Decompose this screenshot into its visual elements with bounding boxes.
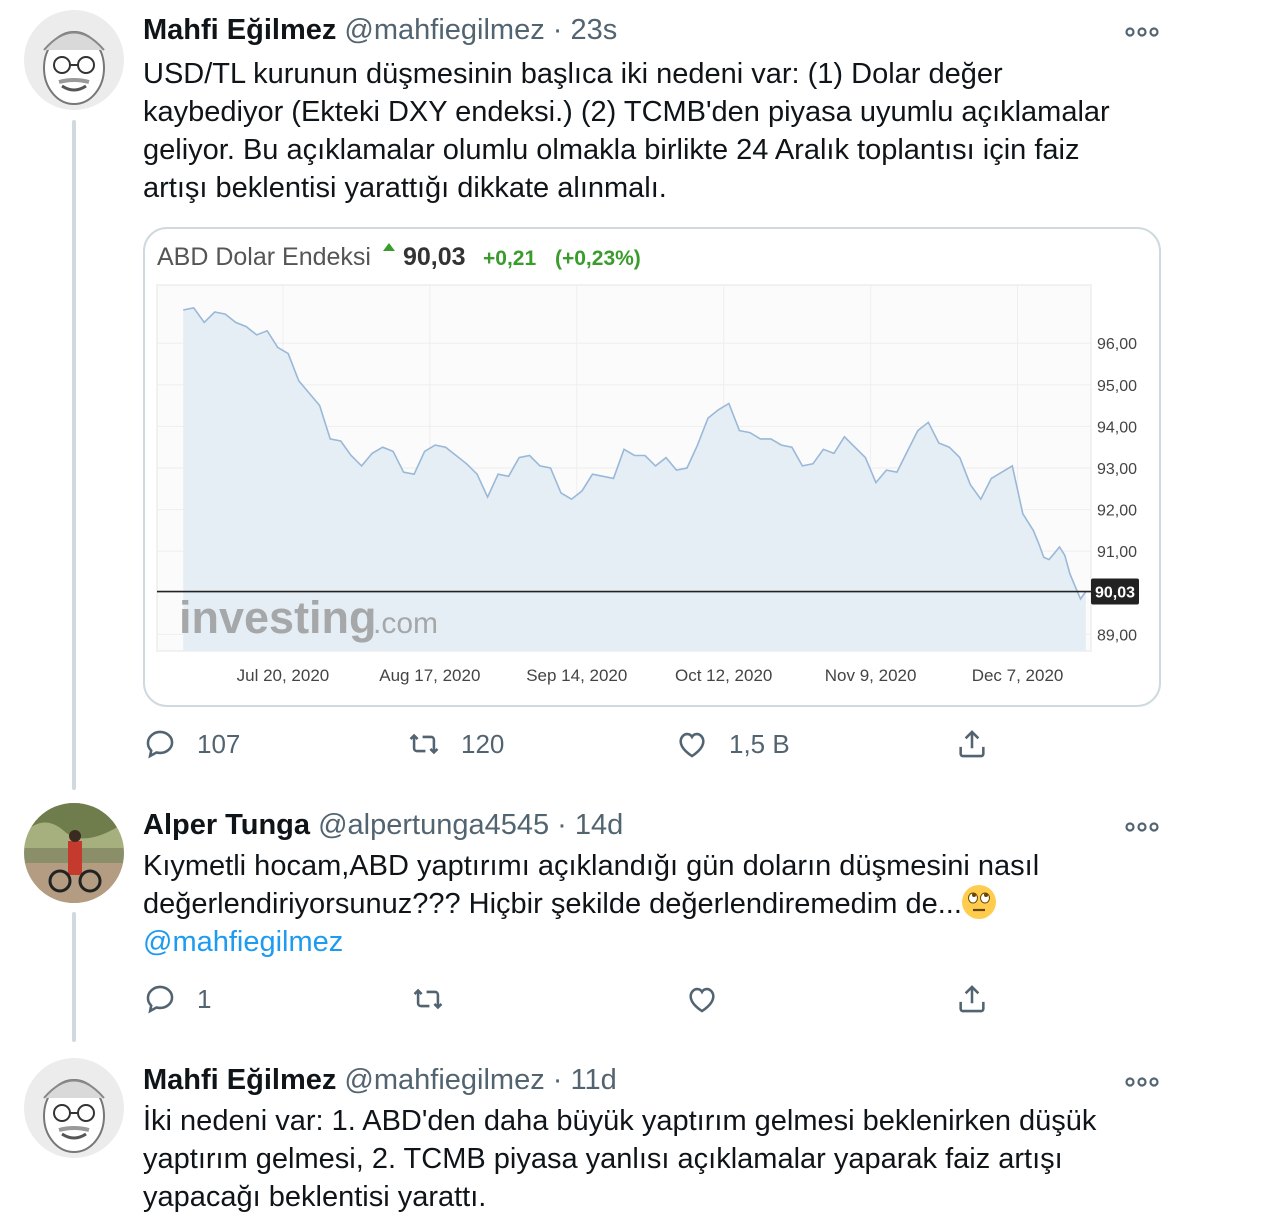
- timestamp[interactable]: 14d: [575, 809, 623, 841]
- y-tick-label: 89,00: [1097, 627, 1137, 644]
- chart-change: +0,21: [483, 247, 536, 270]
- y-tick-label: 92,00: [1097, 503, 1137, 520]
- y-tick-label: 93,00: [1097, 461, 1137, 478]
- x-tick-label: Sep 14, 2020: [526, 666, 627, 685]
- tweet-text-line: artışı beklentisi yarattığı dikkate alın…: [143, 172, 667, 204]
- tweet-text-line: yaptırım gelmesi, 2. TCMB piyasa yanlısı…: [143, 1143, 1063, 1175]
- chart-change-percent: (+0,23%): [555, 247, 641, 270]
- like-count: 1,5 B: [729, 728, 790, 759]
- user-handle[interactable]: @alpertunga4545: [318, 809, 549, 841]
- chart-price: 90,03: [403, 243, 466, 271]
- tweet-header: Mahfi Eğilmez @mahfiegilmez · 11d: [143, 1064, 617, 1097]
- retweet-count: 120: [461, 728, 505, 759]
- mention-link[interactable]: @mahfiegilmez: [143, 926, 343, 958]
- tweet-text-line: İki nedeni var: 1. ABD'den daha büyük ya…: [143, 1105, 1097, 1137]
- face-with-rolling-eyes-icon: [961, 885, 996, 919]
- timestamp[interactable]: 23s: [571, 14, 618, 46]
- more-options-icon[interactable]: [1122, 1072, 1162, 1092]
- more-options-icon[interactable]: [1122, 817, 1162, 837]
- timestamp[interactable]: 11d: [571, 1064, 617, 1096]
- reply-icon: [146, 985, 174, 1014]
- tweet-text: USD/TL kurunun düşmesinin başlıca iki ne…: [143, 55, 1193, 207]
- tweet-text-line: USD/TL kurunun düşmesinin başlıca iki ne…: [143, 58, 1003, 90]
- display-name[interactable]: Alper Tunga: [143, 809, 310, 841]
- chart-title: ABD Dolar Endeksi: [157, 243, 371, 271]
- tweet[interactable]: Alper Tunga @alpertunga4545 · 14d Kıymet…: [0, 795, 1280, 1045]
- tweet-header: Alper Tunga @alpertunga4545 · 14d: [143, 809, 623, 842]
- more-options-icon[interactable]: [1122, 22, 1162, 42]
- share-button[interactable]: [955, 979, 989, 1019]
- tweet-actions: 107 120 1,5 B: [143, 724, 1003, 764]
- y-tick-label: 95,00: [1097, 378, 1137, 395]
- reply-button[interactable]: 1: [143, 979, 211, 1019]
- tweet-text: İki nedeni var: 1. ABD'den daha büyük ya…: [143, 1102, 1193, 1216]
- y-tick-label: 96,00: [1097, 336, 1137, 353]
- retweet-button[interactable]: 120: [407, 724, 504, 764]
- tweet-text: Kıymetli hocam,ABD yaptırımı açıklandığı…: [143, 847, 1193, 961]
- share-button[interactable]: [955, 724, 989, 764]
- display-name[interactable]: Mahfi Eğilmez: [143, 14, 336, 46]
- x-tick-label: Oct 12, 2020: [675, 666, 772, 685]
- heart-icon: [689, 987, 715, 1013]
- tweet-text-span: değerlendiriyorsunuz??? Hiçbir şekilde d…: [143, 888, 962, 920]
- avatar[interactable]: [24, 1058, 124, 1158]
- reply-icon: [146, 730, 174, 759]
- user-handle[interactable]: @mahfiegilmez: [344, 14, 544, 46]
- share-icon: [959, 730, 985, 758]
- separator: ·: [552, 1064, 563, 1096]
- x-tick-label: Nov 9, 2020: [825, 666, 917, 685]
- watermark-suffix: .com: [373, 607, 438, 640]
- avatar[interactable]: [24, 803, 124, 903]
- retweet-icon: [413, 988, 443, 1010]
- up-arrow-icon: [383, 243, 395, 251]
- retweet-button[interactable]: [411, 979, 465, 1019]
- tweet-text-line: Kıymetli hocam,ABD yaptırımı açıklandığı…: [143, 850, 1040, 882]
- x-tick-label: Jul 20, 2020: [237, 666, 330, 685]
- separator: ·: [557, 809, 567, 841]
- tweet-text-line: kaybediyor (Ekteki DXY endeksi.) (2) TCM…: [143, 96, 1110, 128]
- tweet-actions: 1: [143, 979, 1003, 1019]
- reply-count: 1: [197, 983, 212, 1014]
- tweet-text-line: yapacağı beklentisi yarattı.: [143, 1181, 487, 1213]
- chart-image-card[interactable]: ABD Dolar Endeksi 90,03 +0,21 (+0,23%) i…: [143, 227, 1161, 707]
- y-tick-label: 94,00: [1097, 419, 1137, 436]
- y-tick-label: 91,00: [1097, 544, 1137, 561]
- x-tick-label: Aug 17, 2020: [379, 666, 480, 685]
- x-tick-label: Dec 7, 2020: [972, 666, 1064, 685]
- retweet-icon: [409, 733, 439, 755]
- last-value-label: 90,03: [1095, 585, 1135, 602]
- heart-icon: [679, 732, 705, 758]
- separator: ·: [552, 14, 563, 46]
- display-name[interactable]: Mahfi Eğilmez: [143, 1064, 336, 1096]
- watermark-brand: investing: [179, 592, 377, 643]
- dxy-chart: ABD Dolar Endeksi 90,03 +0,21 (+0,23%) i…: [156, 243, 1139, 685]
- share-icon: [959, 985, 985, 1013]
- tweet-header: Mahfi Eğilmez @mahfiegilmez · 23s: [143, 14, 617, 47]
- user-handle[interactable]: @mahfiegilmez: [344, 1064, 544, 1096]
- tweet-text-line: geliyor. Bu açıklamalar olumlu olmakla b…: [143, 134, 1080, 166]
- reply-count: 107: [197, 728, 241, 759]
- tweet[interactable]: Mahfi Eğilmez @mahfiegilmez · 23s USD/TL…: [0, 0, 1280, 790]
- avatar[interactable]: [24, 10, 124, 110]
- like-button[interactable]: [685, 979, 739, 1019]
- like-button[interactable]: 1,5 B: [675, 724, 790, 764]
- tweet[interactable]: Mahfi Eğilmez @mahfiegilmez · 11d İki ne…: [0, 1050, 1280, 1230]
- reply-button[interactable]: 107: [143, 724, 240, 764]
- tweet-text-line: değerlendiriyorsunuz??? Hiçbir şekilde d…: [143, 885, 1193, 923]
